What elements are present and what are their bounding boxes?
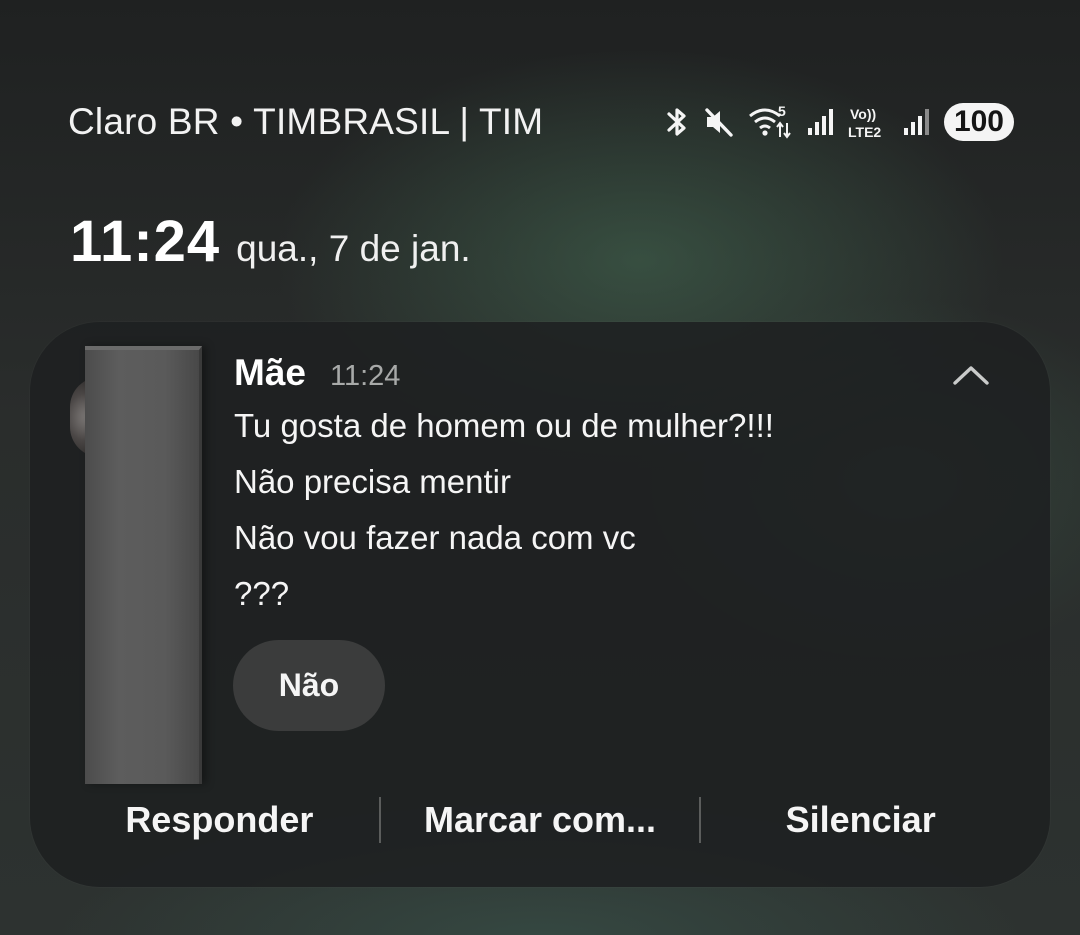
wifi-band-label: 5 — [778, 104, 786, 119]
mute-icon — [702, 105, 736, 139]
carrier-name: Claro BR • TIMBRASIL | TIM — [68, 101, 544, 142]
message-line: ??? — [234, 575, 290, 612]
obstruction-overlay — [85, 346, 202, 784]
reply-button[interactable]: Responder — [60, 799, 379, 841]
volte-lte2-icon: Vo)) LTE2 — [848, 104, 890, 140]
volte-label: Vo)) — [850, 106, 876, 122]
signal-icon — [902, 107, 932, 137]
clock-time: 11:24 — [70, 209, 221, 274]
chevron-up-icon[interactable] — [948, 360, 994, 390]
notification-time: 11:24 — [329, 360, 401, 392]
message-line: Não vou fazer nada com vc — [234, 519, 636, 556]
status-icons: 5 Vo)) LTE2 100 — [652, 103, 1014, 141]
notification-header: Mãe 11:24 — [234, 352, 400, 394]
quick-reply-button[interactable]: Não — [233, 640, 385, 731]
mute-button[interactable]: Silenciar — [701, 799, 1020, 841]
notification-actions: Responder Marcar com... Silenciar — [60, 792, 1020, 848]
sender-name: Mãe — [234, 352, 306, 393]
lte-label: LTE2 — [848, 124, 881, 140]
bluetooth-icon — [664, 105, 690, 139]
message-line: Tu gosta de homem ou de mulher?!!! — [234, 407, 774, 444]
message-line: Não precisa mentir — [234, 463, 511, 500]
message-notification[interactable]: Mãe 11:24 Tu gosta de homem ou de mulher… — [30, 322, 1050, 887]
message-list: Tu gosta de homem ou de mulher?!!! Não p… — [234, 404, 774, 628]
mark-as-button[interactable]: Marcar com... — [381, 799, 700, 841]
battery-level: 100 — [943, 103, 1014, 141]
status-bar: Claro BR • TIMBRASIL | TIM 5 Vo)) LTE2 1… — [68, 98, 1014, 146]
lockscreen-clock: 11:24 qua., 7 de jan. — [70, 208, 471, 275]
wifi-5-icon: 5 — [748, 104, 794, 140]
signal-icon — [806, 107, 836, 137]
clock-date: qua., 7 de jan. — [236, 228, 471, 269]
